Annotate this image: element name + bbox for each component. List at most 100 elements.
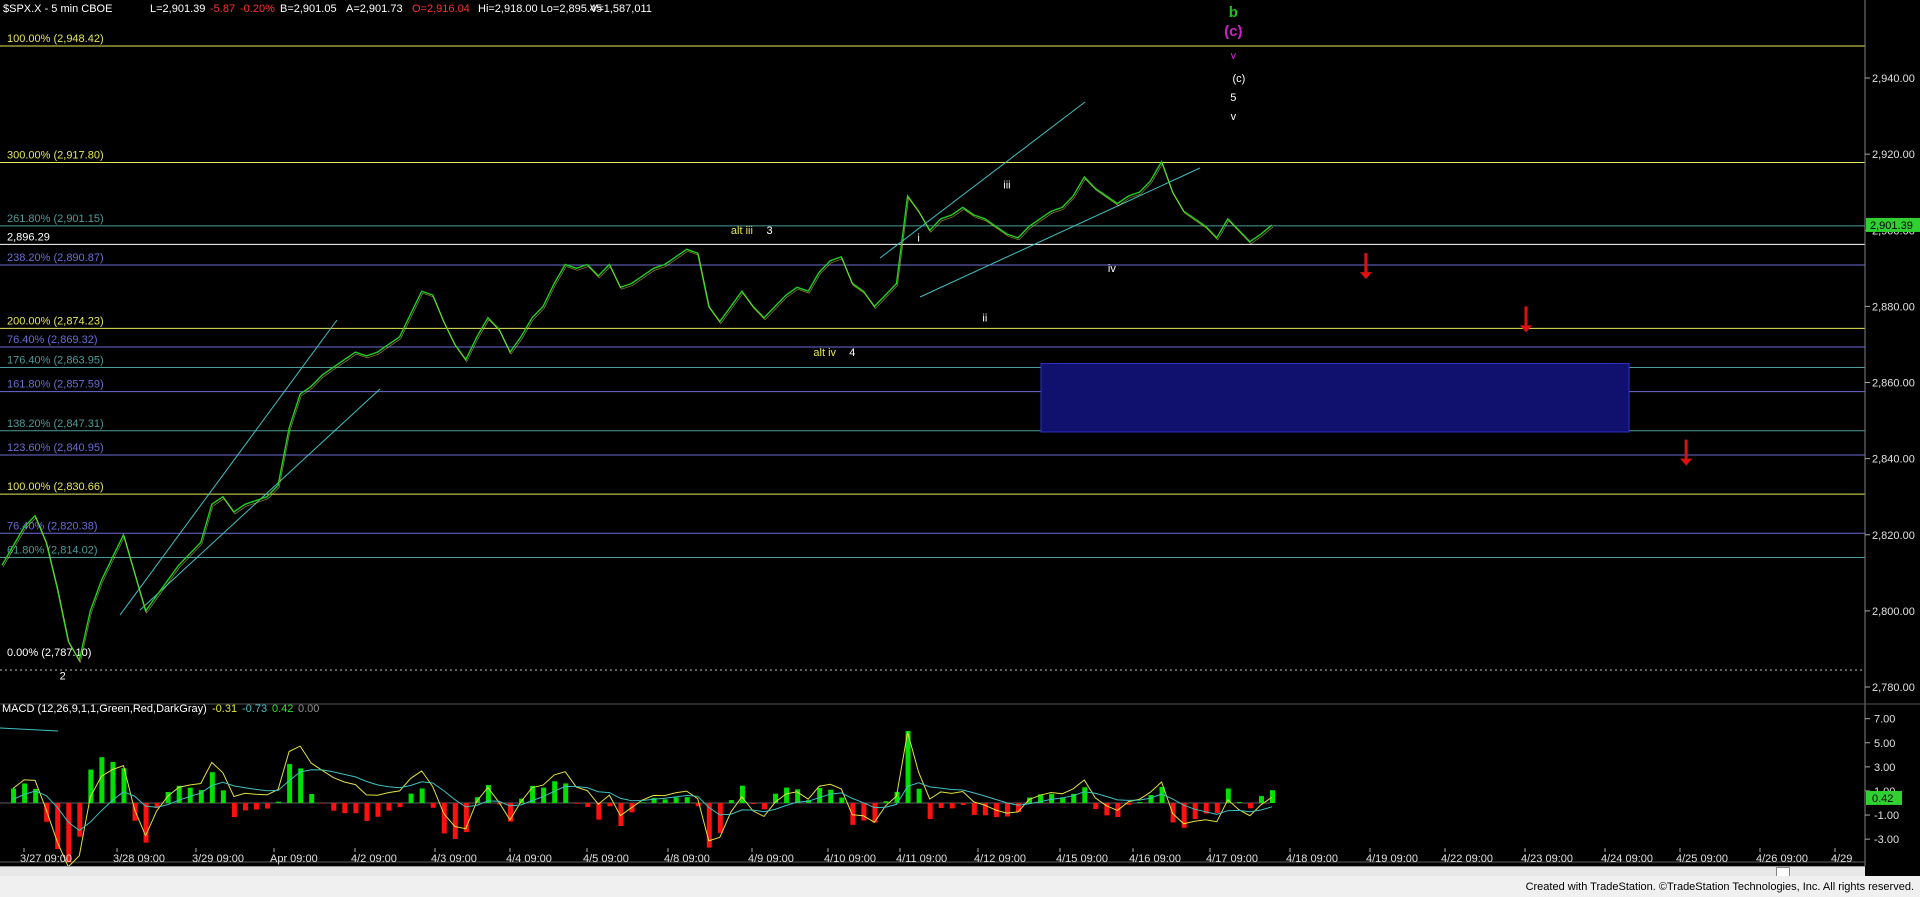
macd-current-label: 0.42 [1872, 793, 1893, 805]
fib-label: 161.80% (2,857.59) [7, 379, 104, 391]
fib-label: 138.20% (2,847.31) [7, 418, 104, 430]
copyright-credit: Created with TradeStation. ©TradeStation… [1525, 881, 1914, 893]
time-tick-label: 4/17 09:00 [1206, 853, 1258, 865]
wave-label: i [917, 233, 919, 245]
macd-bar [938, 803, 944, 809]
price-tick-label: 2,840.00 [1872, 454, 1915, 466]
macd-bar [960, 803, 966, 806]
time-tick-label: 4/15 09:00 [1056, 853, 1108, 865]
price-tick-label: 2,880.00 [1872, 301, 1915, 313]
wave-label: b [1229, 4, 1238, 21]
macd-bar [353, 803, 359, 814]
wave-label: iv [1108, 263, 1116, 275]
macd-bar [927, 803, 933, 820]
macd-bar [1049, 793, 1055, 803]
macd-bar [839, 797, 845, 803]
time-tick-label: 4/12 09:00 [974, 853, 1026, 865]
pct-change: -0.20% [240, 3, 275, 15]
macd-bar [662, 799, 668, 803]
time-tick-label: 4/24 09:00 [1601, 853, 1653, 865]
ask-price: A=2,901.73 [346, 3, 403, 15]
macd-bar [585, 803, 591, 808]
time-tick-label: 4/18 09:00 [1286, 853, 1338, 865]
price-tick-label: 2,940.00 [1872, 73, 1915, 85]
wave-label: alt iv [813, 347, 836, 359]
time-tick-label: 4/8 09:00 [664, 853, 710, 865]
macd-bar [408, 793, 414, 803]
time-tick-label: 4/29 [1831, 853, 1852, 865]
net-change: -5.87 [210, 3, 235, 15]
macd-tick-label: -3.00 [1874, 834, 1899, 846]
price-tick-label: 2,860.00 [1872, 378, 1915, 390]
target-zone-box [1040, 362, 1630, 433]
macd-bar [1236, 802, 1242, 803]
macd-bar [717, 803, 723, 833]
wave-label: v [1231, 50, 1237, 62]
macd-bar [949, 803, 955, 809]
time-tick-label: 4/22 09:00 [1441, 853, 1493, 865]
macd-bar [320, 803, 326, 804]
macd-bar [265, 803, 271, 809]
time-tick-label: 4/4 09:00 [506, 853, 552, 865]
macd-bar [110, 761, 116, 803]
open-price: O=2,916.04 [412, 3, 470, 15]
macd-bar [1258, 796, 1264, 803]
price-chart: 100.00% (2,948.42)300.00% (2,917.80)261.… [0, 0, 1920, 897]
macd-bar [1247, 803, 1253, 809]
time-tick-label: 4/25 09:00 [1676, 853, 1728, 865]
price-tick-label: 2,820.00 [1872, 530, 1915, 542]
wave-label: ii [982, 313, 987, 325]
macd-bar [22, 783, 28, 803]
time-tick-label: Apr 09:00 [270, 853, 318, 865]
macd-bar [640, 802, 646, 803]
fib-label: 300.00% (2,917.80) [7, 149, 104, 161]
macd-bar [728, 800, 734, 803]
macd-bar [276, 801, 282, 803]
macd-bar [850, 803, 856, 825]
macd-bar [77, 803, 83, 837]
macd-bar [1148, 795, 1154, 803]
fib-label: 261.80% (2,901.15) [7, 213, 104, 225]
macd-bar [750, 803, 756, 805]
price-tick-label: 2,780.00 [1872, 682, 1915, 694]
macd-bar [231, 803, 237, 818]
macd-bar [342, 803, 348, 814]
macd-label: MACD (12,26,9,1,1,Green,Red,DarkGray) [2, 703, 207, 715]
macd-bar [452, 803, 458, 839]
volume: V=1,587,011 [590, 3, 652, 15]
macd-bar [596, 803, 602, 820]
macd-bar [1214, 803, 1220, 813]
time-tick-label: 4/23 09:00 [1521, 853, 1573, 865]
macd-bar [673, 797, 679, 803]
macd-bar [287, 764, 293, 803]
macd-bar [99, 757, 105, 803]
macd-bar [817, 787, 823, 803]
fib-label: 2,896.29 [7, 231, 50, 243]
macd-bar [1270, 790, 1275, 803]
wave-label: iii [1003, 179, 1010, 191]
macd-value: -0.31 [212, 703, 237, 715]
time-tick-label: 4/19 09:00 [1366, 853, 1418, 865]
wave-label: v [1231, 111, 1237, 123]
macd-bar [828, 789, 834, 803]
macd-value: 0.00 [298, 703, 319, 715]
macd-bar [331, 803, 337, 811]
wave-label: 4 [849, 347, 855, 359]
time-tick-label: 4/9 09:00 [748, 853, 794, 865]
macd-bar [607, 803, 613, 807]
fib-label: 176.40% (2,863.95) [7, 354, 104, 366]
macd-bar [11, 788, 17, 803]
macd-bar [242, 803, 248, 811]
macd-bar [441, 803, 447, 834]
fib-label: 238.20% (2,890.87) [7, 252, 104, 264]
price-tick-label: 2,800.00 [1872, 606, 1915, 618]
macd-bar [1082, 787, 1088, 803]
wave-label: (c) [1232, 73, 1245, 85]
macd-bar [684, 797, 690, 803]
macd-bar [143, 803, 149, 843]
fib-label: 123.60% (2,840.95) [7, 442, 104, 454]
macd-value: 0.42 [272, 703, 293, 715]
macd-bar [861, 803, 867, 821]
macd-bar [1137, 801, 1143, 803]
last-price: L=2,901.39 [150, 3, 205, 15]
